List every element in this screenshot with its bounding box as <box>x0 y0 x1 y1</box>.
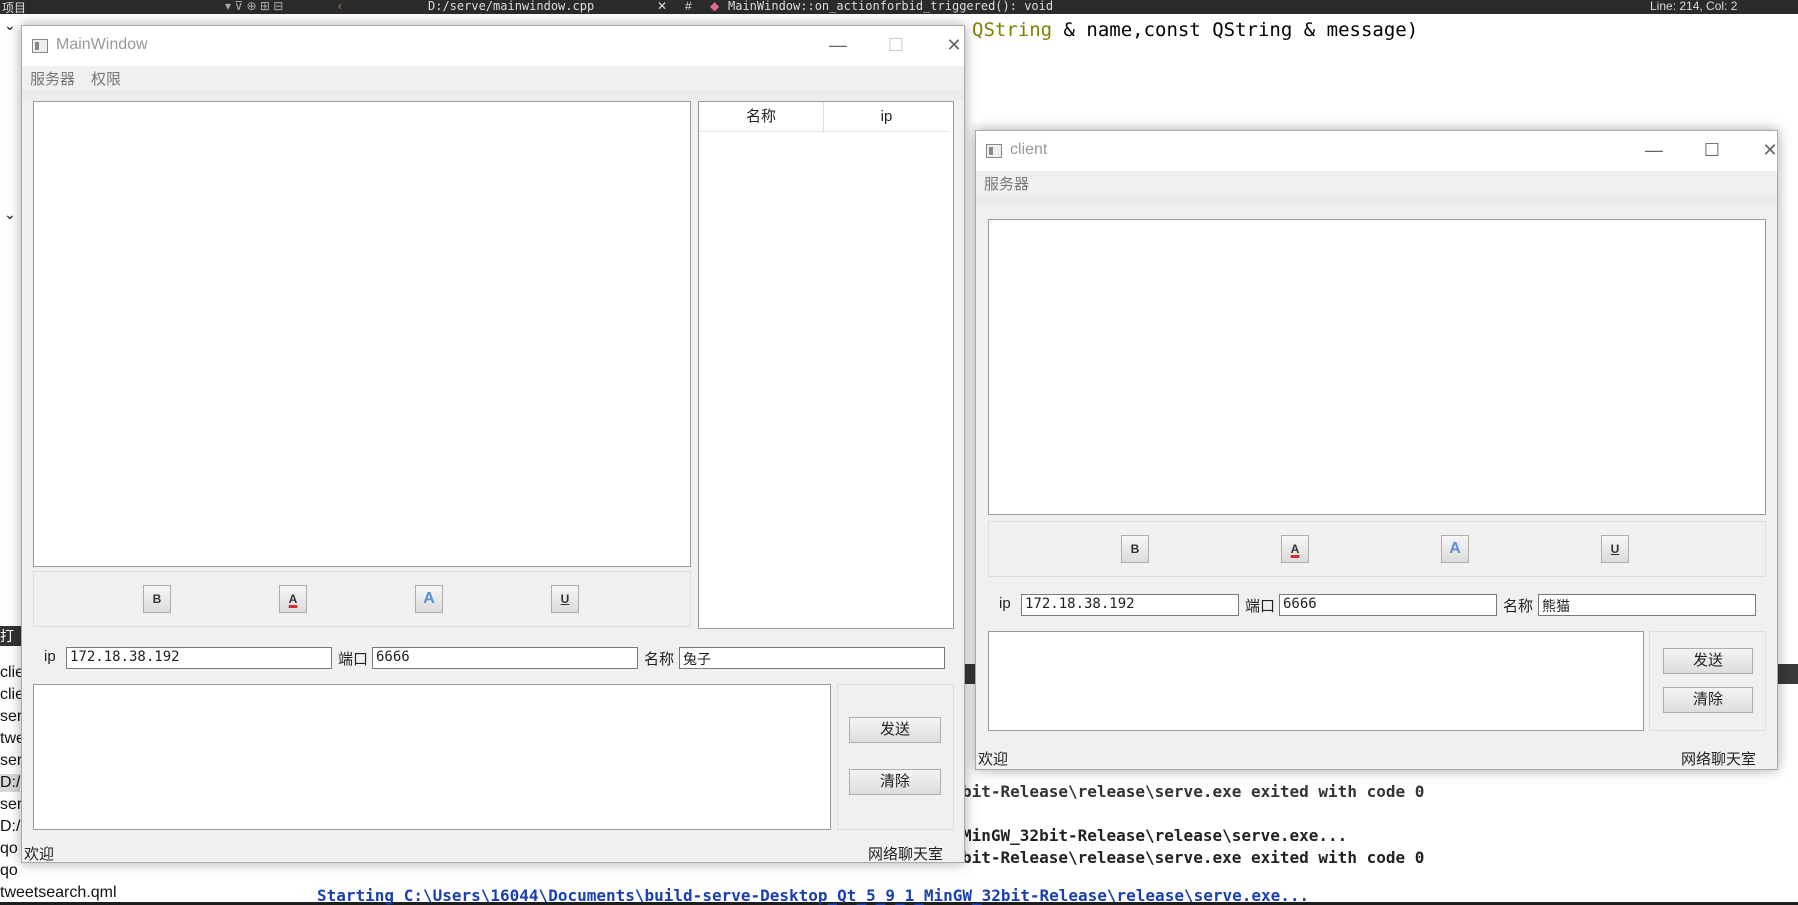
format-toolbar: B A A U <box>988 521 1766 577</box>
title-bar[interactable]: MainWindow — ☐ ✕ <box>22 26 964 66</box>
nav-back-icon[interactable]: ‹ <box>338 0 342 13</box>
project-item[interactable]: qo <box>0 862 18 880</box>
close-icon[interactable]: ✕ <box>932 30 976 60</box>
code-line: QString & name,const QString & message) <box>972 19 1419 41</box>
chevron-down-icon[interactable]: ⌄ <box>4 206 16 223</box>
user-table[interactable]: 名称 ip <box>698 101 954 629</box>
name-label: 名称 <box>644 651 675 668</box>
chat-display[interactable] <box>988 219 1766 515</box>
title-bar[interactable]: client — ☐ ✕ <box>976 131 1778 171</box>
window-title: client <box>1010 141 1048 158</box>
font-color-button[interactable]: A <box>279 585 307 613</box>
ip-label: ip <box>999 595 1011 612</box>
client-window: client — ☐ ✕ 服务器 B A A U ip 172.18.38.19… <box>975 130 1778 770</box>
message-input[interactable] <box>33 684 831 830</box>
status-right: 网络聊天室 <box>1681 751 1757 768</box>
menu-server[interactable]: 服务器 <box>30 71 75 88</box>
chevron-down-icon[interactable]: ⌄ <box>4 17 16 34</box>
bold-button[interactable]: B <box>143 585 171 613</box>
menu-bar: 服务器 <box>984 173 1774 197</box>
window-title: MainWindow <box>56 36 148 53</box>
action-area: 发送 清除 <box>837 684 954 830</box>
underline-button[interactable]: U <box>551 585 579 613</box>
output-line: bit-Release\release\serve.exe exited wit… <box>962 782 1425 801</box>
server-window: MainWindow — ☐ ✕ 服务器 权限 B A A U 名称 ip ip … <box>21 25 965 863</box>
name-field[interactable]: 兔子 <box>679 647 945 669</box>
name-field[interactable]: 熊猫 <box>1538 594 1756 616</box>
port-field[interactable]: 6666 <box>372 647 638 669</box>
highlight-button[interactable]: A <box>415 585 443 613</box>
project-item[interactable]: ser <box>0 708 22 726</box>
project-item[interactable]: ser <box>0 796 22 814</box>
close-icon[interactable]: ✕ <box>1748 135 1792 165</box>
status-left: 欢迎 <box>978 751 1009 768</box>
minimize-icon[interactable]: — <box>816 30 860 60</box>
app-icon <box>32 39 48 53</box>
menu-bar: 服务器 权限 <box>30 68 960 92</box>
project-item[interactable]: ser <box>0 752 22 770</box>
app-icon <box>986 144 1002 158</box>
project-item[interactable]: tweetsearch.qml <box>0 884 117 902</box>
ip-label: ip <box>44 648 56 665</box>
line-col: Line: 214, Col: 2 <box>1650 0 1738 13</box>
underline-button[interactable]: U <box>1601 535 1629 563</box>
clear-button[interactable]: 清除 <box>1663 687 1753 713</box>
file-path[interactable]: D:/serve/mainwindow.cpp <box>428 0 594 13</box>
col-name-header[interactable]: 名称 <box>699 102 824 132</box>
output-line: Starting C:\Users\16044\Documents\build-… <box>317 886 1310 905</box>
ip-field[interactable]: 172.18.38.192 <box>1021 594 1239 616</box>
col-ip-header[interactable]: ip <box>824 102 949 132</box>
filter-icon[interactable]: ▾ ⊽ ⊕ ⊞ ⊟ <box>225 0 283 13</box>
port-label: 端口 <box>1245 598 1276 615</box>
minimize-icon[interactable]: — <box>1632 135 1676 165</box>
action-area: 发送 清除 <box>1649 631 1766 731</box>
bold-button[interactable]: B <box>1121 535 1149 563</box>
status-left: 欢迎 <box>24 846 55 863</box>
format-toolbar: B A A U <box>33 571 691 627</box>
open-docs-header: 打开 <box>0 626 22 664</box>
status-right: 网络聊天室 <box>868 846 944 863</box>
close-file-icon[interactable]: ✕ <box>657 0 667 13</box>
port-label: 端口 <box>338 651 369 668</box>
send-button[interactable]: 发送 <box>1663 648 1753 674</box>
menu-server[interactable]: 服务器 <box>984 176 1029 193</box>
menu-permission[interactable]: 权限 <box>91 71 121 88</box>
maximize-icon[interactable]: ☐ <box>1690 135 1734 165</box>
output-line: bit-Release\release\serve.exe exited wit… <box>962 848 1425 867</box>
highlight-button[interactable]: A <box>1441 535 1469 563</box>
project-item[interactable]: D:/ <box>0 774 21 792</box>
chat-display[interactable] <box>33 101 691 567</box>
project-item[interactable]: qo <box>0 840 18 858</box>
send-button[interactable]: 发送 <box>849 717 941 743</box>
output-line: MinGW_32bit-Release\release\serve.exe... <box>962 826 1348 845</box>
port-field[interactable]: 6666 <box>1279 594 1497 616</box>
ide-toolbar: 项目 ▾ ⊽ ⊕ ⊞ ⊟ ‹ D:/serve/mainwindow.cpp ✕… <box>0 0 1798 15</box>
name-label: 名称 <box>1503 598 1534 615</box>
ip-field[interactable]: 172.18.38.192 <box>66 647 332 669</box>
clear-button[interactable]: 清除 <box>849 769 941 795</box>
message-input[interactable] <box>988 631 1644 731</box>
symbol-icon: ◆ <box>710 0 720 13</box>
symbol-path[interactable]: MainWindow::on_actionforbid_triggered():… <box>728 0 1053 13</box>
maximize-icon[interactable]: ☐ <box>874 30 918 60</box>
font-color-button[interactable]: A <box>1281 535 1309 563</box>
project-item[interactable]: D:/ <box>0 818 20 836</box>
